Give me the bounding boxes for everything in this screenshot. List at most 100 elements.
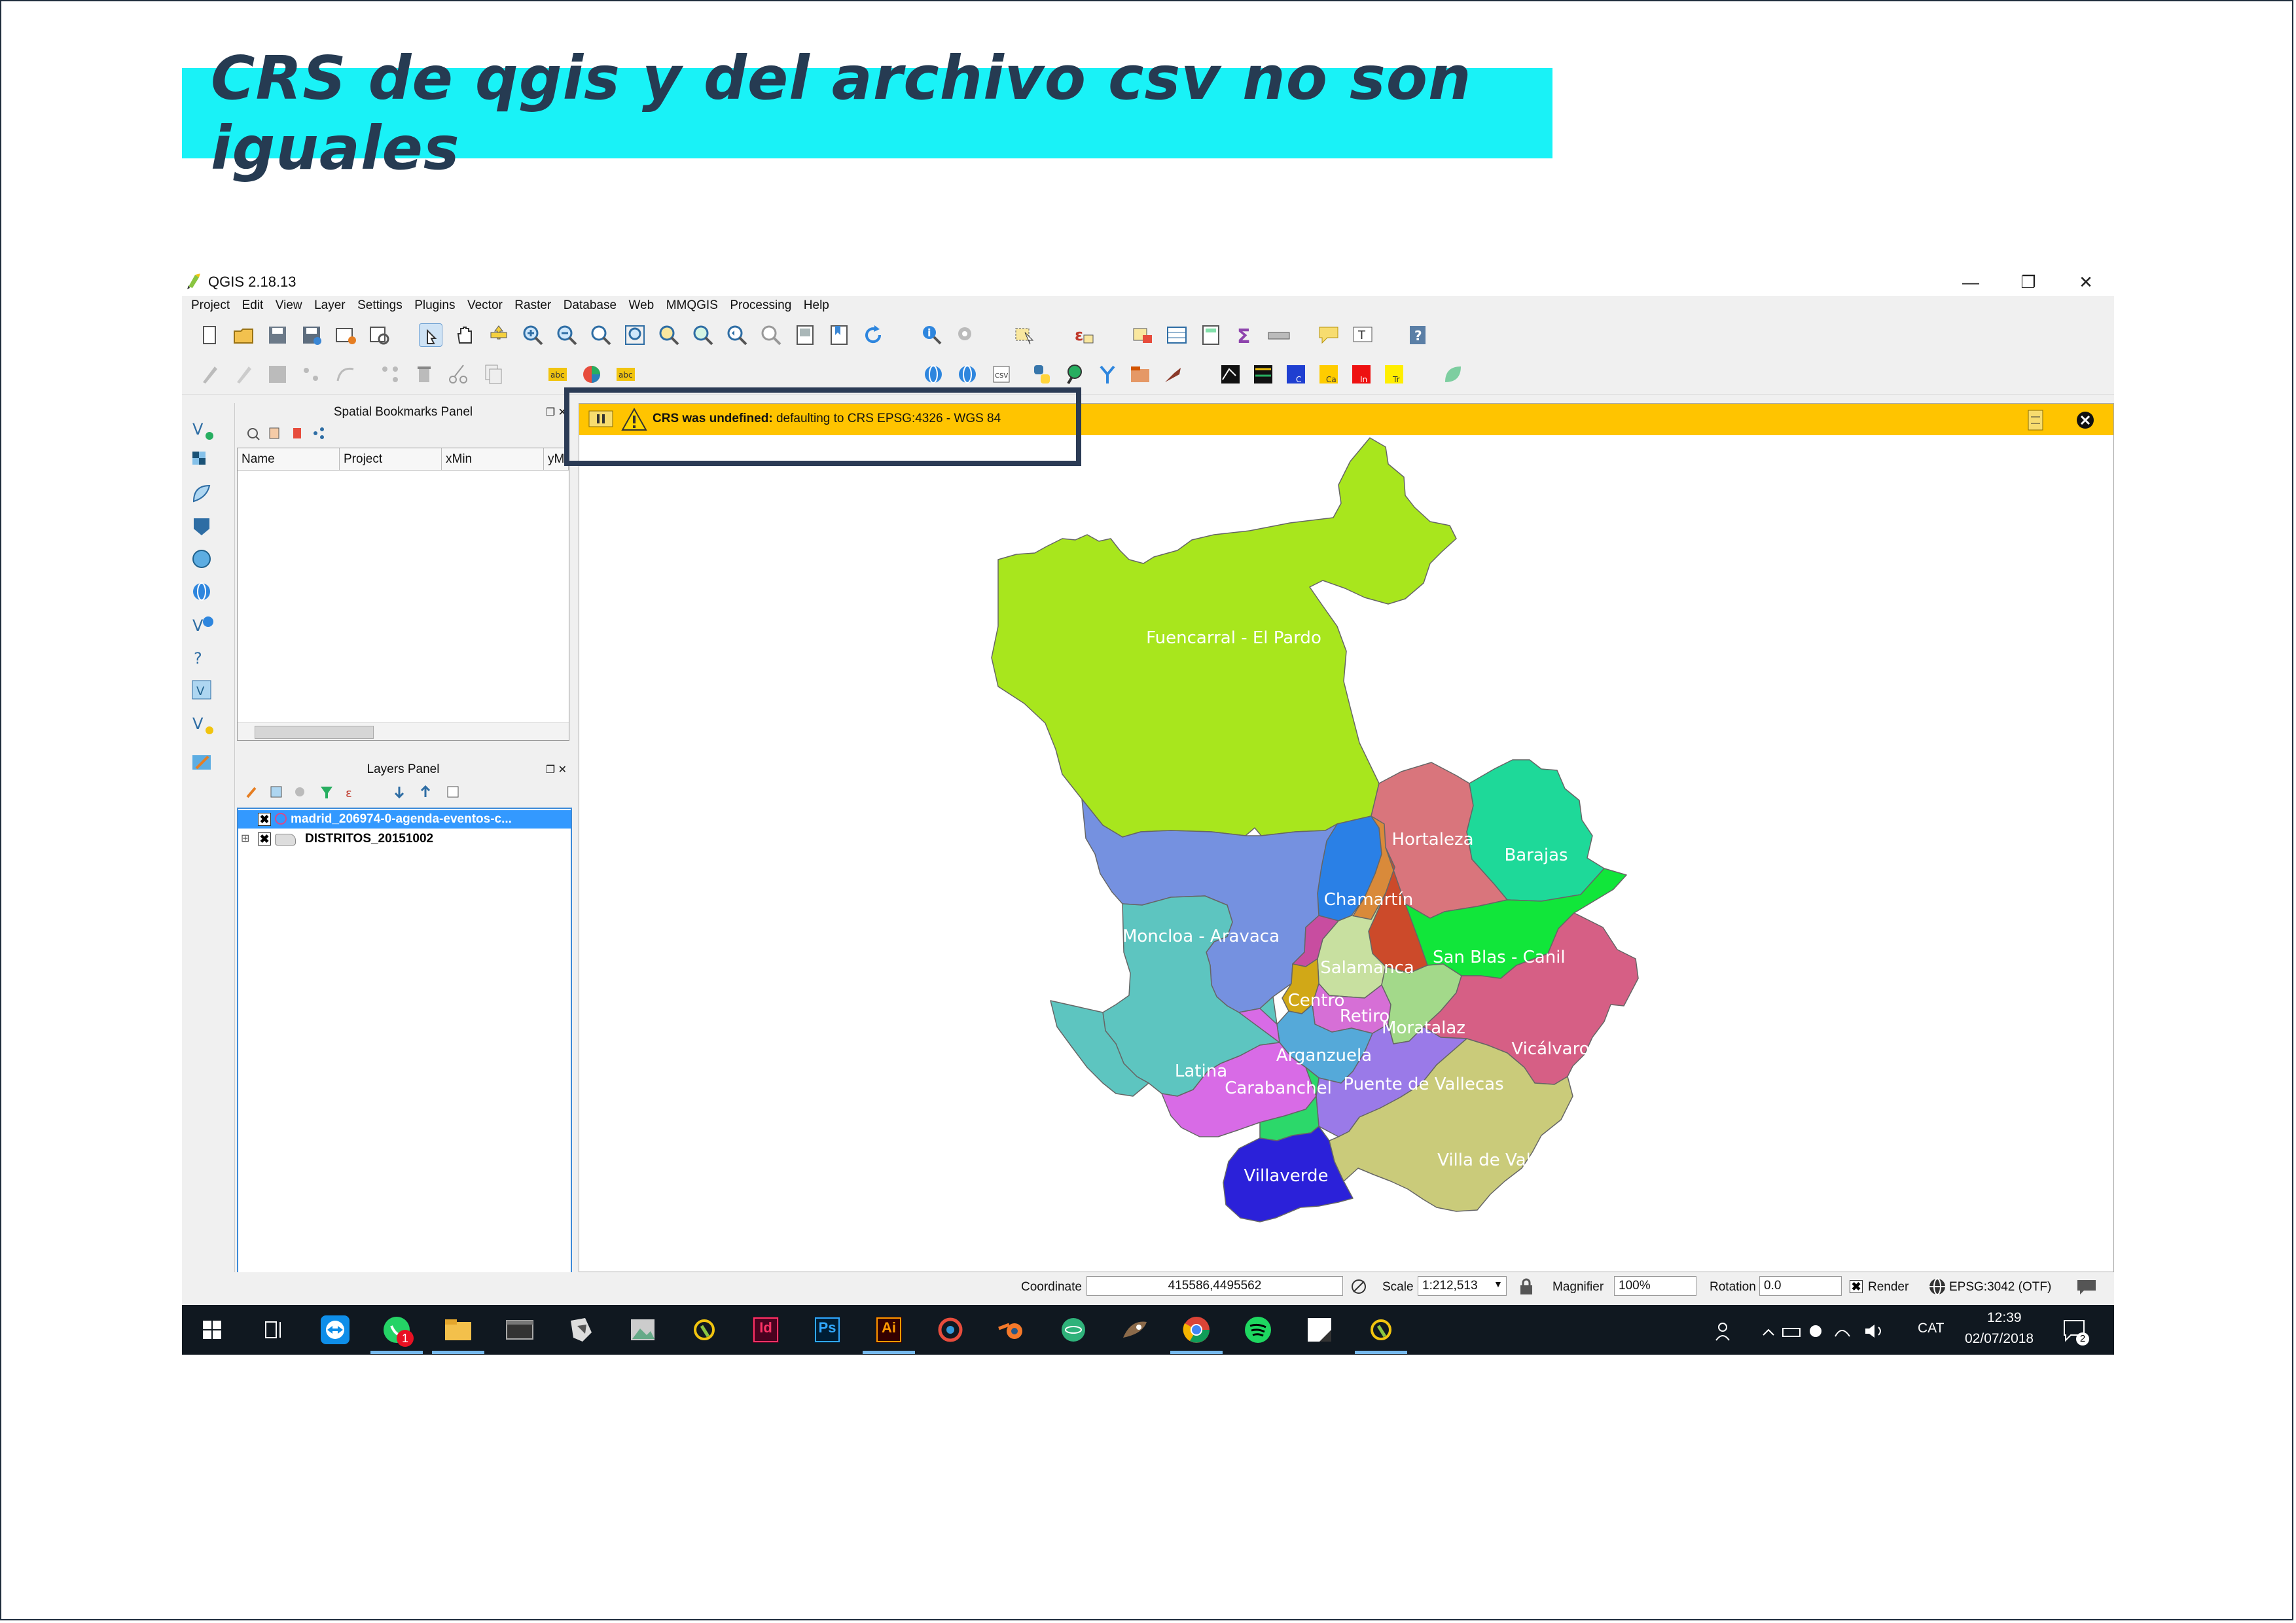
- atom-like-icon[interactable]: [1058, 1314, 1089, 1346]
- pan-map-icon[interactable]: [453, 323, 476, 347]
- globe-plugin-icon[interactable]: [922, 363, 945, 386]
- statistical-summary-icon[interactable]: Σ: [1233, 323, 1257, 348]
- menu-processing[interactable]: Processing: [730, 296, 791, 315]
- new-bookmark-icon[interactable]: [827, 323, 851, 347]
- text-annotation-icon[interactable]: T: [1351, 323, 1374, 347]
- zoom-to-selection-icon[interactable]: [657, 323, 681, 347]
- input-language[interactable]: CAT: [1918, 1321, 1944, 1336]
- layer-style-1-icon[interactable]: [1219, 363, 1242, 386]
- menu-edit[interactable]: Edit: [242, 296, 264, 315]
- teamviewer-icon[interactable]: [319, 1314, 351, 1346]
- zoom-in-icon[interactable]: [521, 323, 545, 347]
- add-postgis-layer-icon[interactable]: [190, 514, 216, 541]
- blender-icon[interactable]: [996, 1314, 1028, 1346]
- column-header-project[interactable]: Project: [340, 448, 442, 471]
- file-explorer-icon[interactable]: [442, 1314, 474, 1346]
- menu-database[interactable]: Database: [564, 296, 617, 315]
- people-icon[interactable]: [1712, 1318, 1738, 1344]
- image-viewer-icon[interactable]: [627, 1314, 658, 1346]
- csv-tool-icon[interactable]: CSV: [990, 363, 1013, 386]
- rotation-field[interactable]: 0.0: [1759, 1276, 1842, 1296]
- menu-vector[interactable]: Vector: [467, 296, 503, 315]
- add-raster-layer-icon[interactable]: [190, 449, 216, 475]
- add-delimited-text-icon[interactable]: ?: [190, 645, 216, 671]
- leaf-plugin-icon[interactable]: [1441, 363, 1465, 386]
- zoom-to-layer-icon[interactable]: [691, 323, 715, 347]
- layer-row-distritos[interactable]: ⊞ ✖ DISTRITOS_20151002: [238, 830, 571, 848]
- identify-features-icon[interactable]: i: [920, 323, 944, 347]
- spotify-icon[interactable]: [1242, 1314, 1274, 1346]
- menu-help[interactable]: Help: [804, 296, 829, 315]
- layer-style-ca-icon[interactable]: Ca: [1317, 363, 1340, 386]
- qgis-taskbar-icon-1[interactable]: [689, 1314, 720, 1346]
- new-print-composer-icon[interactable]: [334, 323, 357, 347]
- menu-project[interactable]: Project: [191, 296, 230, 315]
- globe-plugin-2-icon[interactable]: [956, 363, 979, 386]
- menu-plugins[interactable]: Plugins: [414, 296, 455, 315]
- crs-globe-icon[interactable]: [1928, 1277, 1946, 1296]
- select-features-icon[interactable]: [1013, 323, 1037, 347]
- add-spatialite-layer-icon[interactable]: [190, 482, 216, 508]
- attribute-table-icon[interactable]: [1165, 323, 1189, 347]
- layer-style-c-icon[interactable]: C: [1284, 363, 1308, 386]
- label-tool-1-icon[interactable]: abc: [546, 363, 569, 386]
- shovel-plugin-icon[interactable]: [1161, 363, 1185, 386]
- node-tool-icon[interactable]: [378, 363, 402, 386]
- measure-line-icon[interactable]: [1267, 323, 1291, 347]
- crs-status[interactable]: EPSG:3042 (OTF): [1949, 1280, 2051, 1294]
- sync-app-icon[interactable]: [935, 1314, 966, 1346]
- save-project-icon[interactable]: [266, 323, 289, 347]
- gimp-icon[interactable]: [1119, 1314, 1151, 1346]
- tray-icons[interactable]: [1762, 1321, 1906, 1342]
- message-bar-close-icon[interactable]: [2075, 410, 2095, 430]
- zoom-out-icon[interactable]: [555, 323, 579, 347]
- new-project-icon[interactable]: [198, 323, 221, 347]
- layer-style-tr-icon[interactable]: Tr: [1382, 363, 1406, 386]
- terminal-icon[interactable]: [504, 1314, 535, 1346]
- current-edits-icon[interactable]: [198, 363, 221, 386]
- layer-style-2-icon[interactable]: [1251, 363, 1275, 386]
- run-action-icon[interactable]: [954, 323, 978, 347]
- folder-plugin-icon[interactable]: [1128, 363, 1152, 386]
- cut-features-icon[interactable]: [446, 363, 470, 386]
- deselect-features-icon[interactable]: [1131, 323, 1155, 347]
- clock-date[interactable]: 02/07/2018: [1965, 1331, 2034, 1347]
- add-vector-layer-icon[interactable]: V: [190, 416, 216, 442]
- coordinate-field[interactable]: 415586,4495562: [1086, 1276, 1343, 1296]
- select-by-expression-icon[interactable]: ε: [1072, 323, 1096, 347]
- zoom-native-icon[interactable]: [589, 323, 613, 347]
- photoshop-icon[interactable]: Ps: [812, 1314, 843, 1346]
- windows-start-icon[interactable]: [196, 1314, 228, 1346]
- map-tips-icon[interactable]: [1317, 323, 1340, 347]
- magnifier-field[interactable]: 100%: [1614, 1276, 1696, 1296]
- message-bar-menu-icon[interactable]: [2027, 409, 2044, 431]
- menu-raster[interactable]: Raster: [514, 296, 551, 315]
- coordinate-toggle-icon[interactable]: [1350, 1277, 1368, 1296]
- label-tool-3-icon[interactable]: abc: [614, 363, 637, 386]
- qgis-taskbar-icon-2[interactable]: [1365, 1314, 1397, 1346]
- whatsapp-icon[interactable]: 1: [381, 1314, 414, 1347]
- column-header-xmin[interactable]: xMin: [442, 448, 544, 471]
- refresh-icon[interactable]: [861, 323, 885, 347]
- python-console-icon[interactable]: [1030, 363, 1054, 386]
- add-wfs-layer-icon[interactable]: V: [190, 613, 216, 639]
- merge-plugin-icon[interactable]: [1096, 363, 1119, 386]
- scale-lock-icon[interactable]: [1518, 1277, 1534, 1296]
- label-tool-2-icon[interactable]: [580, 363, 603, 386]
- add-wcs-layer-icon[interactable]: [190, 580, 216, 606]
- sticky-notes-icon[interactable]: [1304, 1314, 1335, 1346]
- layer-visibility-checkbox[interactable]: ✖: [258, 832, 271, 846]
- messages-icon[interactable]: [2076, 1277, 2097, 1296]
- add-virtual-layer-icon[interactable]: V: [190, 678, 216, 704]
- toggle-editing-icon[interactable]: [232, 363, 255, 386]
- close-button[interactable]: ✕: [2058, 270, 2114, 294]
- save-edits-icon[interactable]: [266, 363, 289, 386]
- touch-zoom-pan-icon[interactable]: [419, 323, 442, 347]
- new-shapefile-icon[interactable]: V: [190, 711, 216, 737]
- layer-styling-icon[interactable]: [190, 750, 216, 776]
- bookmarks-horizontal-scrollbar[interactable]: [238, 722, 569, 740]
- render-checkbox[interactable]: ✖: [1850, 1280, 1863, 1293]
- menu-view[interactable]: View: [276, 296, 302, 315]
- bookmarks-table[interactable]: Name Project xMin yMin: [237, 448, 569, 741]
- help-icon[interactable]: ?: [1406, 323, 1429, 347]
